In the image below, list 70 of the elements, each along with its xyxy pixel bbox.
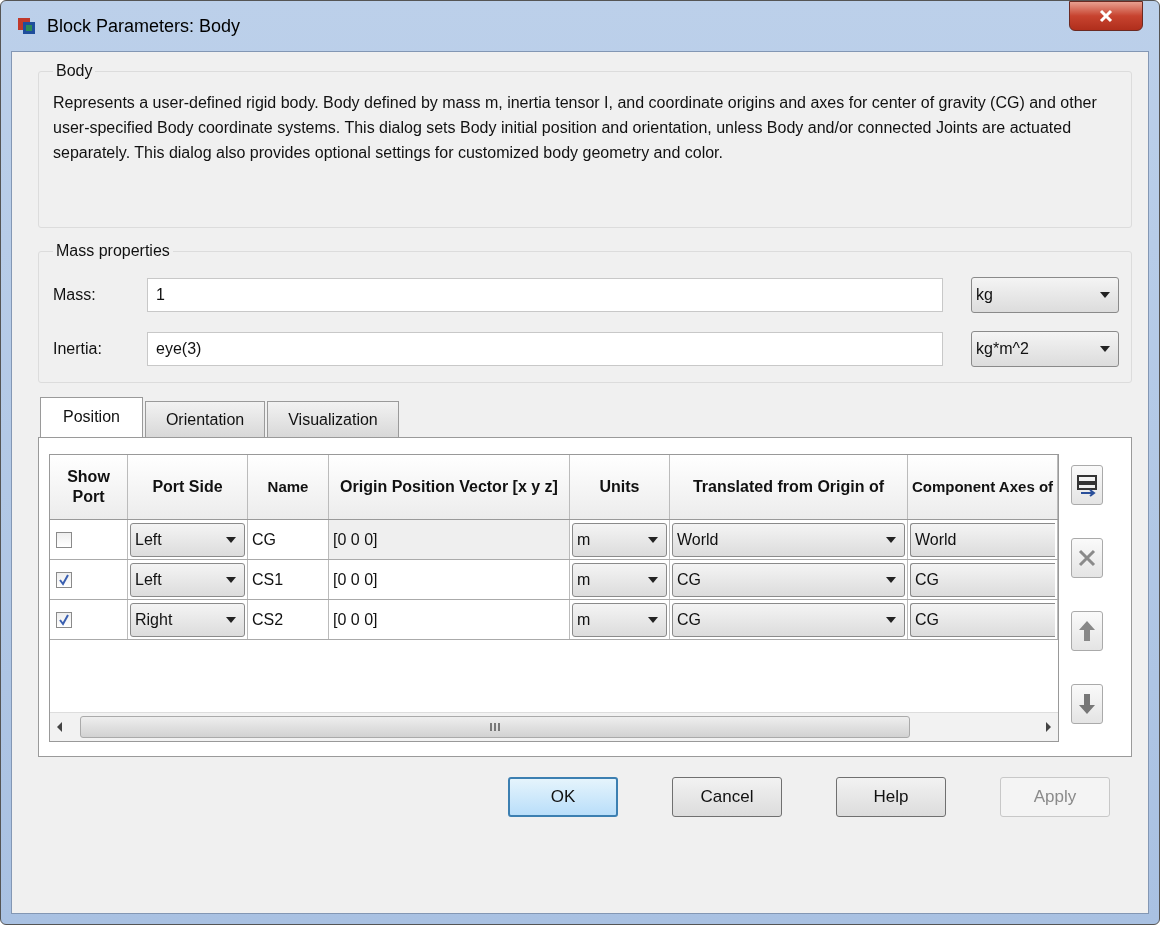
checkbox[interactable]	[56, 571, 72, 588]
component-axes-dropdown[interactable]: World	[910, 522, 1055, 557]
caret-icon	[226, 536, 236, 543]
scroll-thumb[interactable]	[80, 716, 910, 738]
translated-from-dropdown[interactable]: CG	[672, 602, 905, 637]
column-header: Component Axes of	[908, 455, 1058, 519]
caret-icon	[886, 536, 896, 543]
close-button[interactable]	[1069, 1, 1143, 31]
caret-icon	[226, 616, 236, 623]
table-cell[interactable]: [0 0 0]	[329, 520, 570, 559]
window-title: Block Parameters: Body	[47, 15, 241, 37]
grip-icon	[489, 722, 501, 732]
table-cell[interactable]: [0 0 0]	[329, 560, 570, 599]
tab[interactable]: Position	[40, 397, 143, 437]
caret-icon	[1100, 346, 1110, 352]
dialog-button[interactable]: Cancel	[672, 777, 782, 817]
port-side-dropdown[interactable]: Right	[130, 602, 245, 637]
down-row-button[interactable]	[1071, 684, 1103, 724]
down-arrow-icon	[1078, 693, 1096, 715]
column-header: Translated from Origin of	[670, 455, 908, 519]
units-dropdown[interactable]: m	[572, 562, 667, 597]
units-dropdown[interactable]: m	[572, 522, 667, 557]
caret-icon	[648, 616, 658, 623]
up-row-button[interactable]	[1071, 611, 1103, 651]
column-header: Units	[570, 455, 670, 519]
field-label: Inertia:	[53, 340, 103, 358]
unit-dropdown[interactable]: kg	[971, 277, 1119, 313]
tab[interactable]: Orientation	[144, 401, 266, 437]
input-field[interactable]: eye(3)	[147, 332, 943, 366]
add-row-icon	[1075, 473, 1099, 497]
caret-icon	[226, 576, 236, 583]
translated-from-dropdown[interactable]: World	[672, 522, 905, 557]
app-icon	[17, 16, 37, 36]
dialog-button[interactable]: Help	[836, 777, 946, 817]
caret-icon	[886, 576, 896, 583]
component-axes-dropdown[interactable]: CG	[910, 562, 1055, 597]
close-icon	[1098, 9, 1114, 23]
scroll-right-icon	[1044, 722, 1052, 732]
horizontal-scrollbar[interactable]	[50, 712, 1058, 741]
column-header: Show Port	[50, 455, 128, 519]
group-title: Body	[55, 62, 94, 80]
delete-icon	[1077, 548, 1097, 568]
checkbox[interactable]	[56, 611, 72, 628]
group-title: Mass properties	[55, 242, 171, 260]
column-header: Port Side	[128, 455, 248, 519]
dialog-button[interactable]: OK	[508, 777, 618, 817]
column-header: Origin Position Vector [x y z]	[329, 455, 570, 519]
checkbox[interactable]	[56, 531, 72, 548]
port-side-dropdown[interactable]: Left	[130, 562, 245, 597]
component-axes-dropdown[interactable]: CG	[910, 602, 1055, 637]
add-row-button[interactable]	[1071, 465, 1103, 505]
table-cell: CS2	[248, 600, 329, 639]
input-field[interactable]: 1	[147, 278, 943, 312]
units-dropdown[interactable]: m	[572, 602, 667, 637]
up-arrow-icon	[1078, 620, 1096, 642]
column-header: Name	[248, 455, 329, 519]
unit-dropdown[interactable]: kg*m^2	[971, 331, 1119, 367]
caret-icon	[648, 536, 658, 543]
description-text: Represents a user-defined rigid body. Body defined by mass m, inertia tensor I, and coordinate origins and axes for center of gravity (CG) and other user-specified Body coordinate systems. This dialog sets Body initial position and orientation, unless Body and/or connected Joints are actuated separately. This dialog also provides optional settings for customized body geometry and color.	[53, 93, 1098, 163]
scroll-left-icon	[56, 722, 64, 732]
table-cell: CS1	[248, 560, 329, 599]
caret-icon	[648, 576, 658, 583]
delete-row-button[interactable]	[1071, 538, 1103, 578]
field-label: Mass:	[53, 286, 97, 304]
caret-icon	[1100, 292, 1110, 298]
caret-icon	[886, 616, 896, 623]
table-cell[interactable]: [0 0 0]	[329, 600, 570, 639]
tab[interactable]: Visualization	[267, 401, 399, 437]
port-side-dropdown[interactable]: Left	[130, 522, 245, 557]
translated-from-dropdown[interactable]: CG	[672, 562, 905, 597]
